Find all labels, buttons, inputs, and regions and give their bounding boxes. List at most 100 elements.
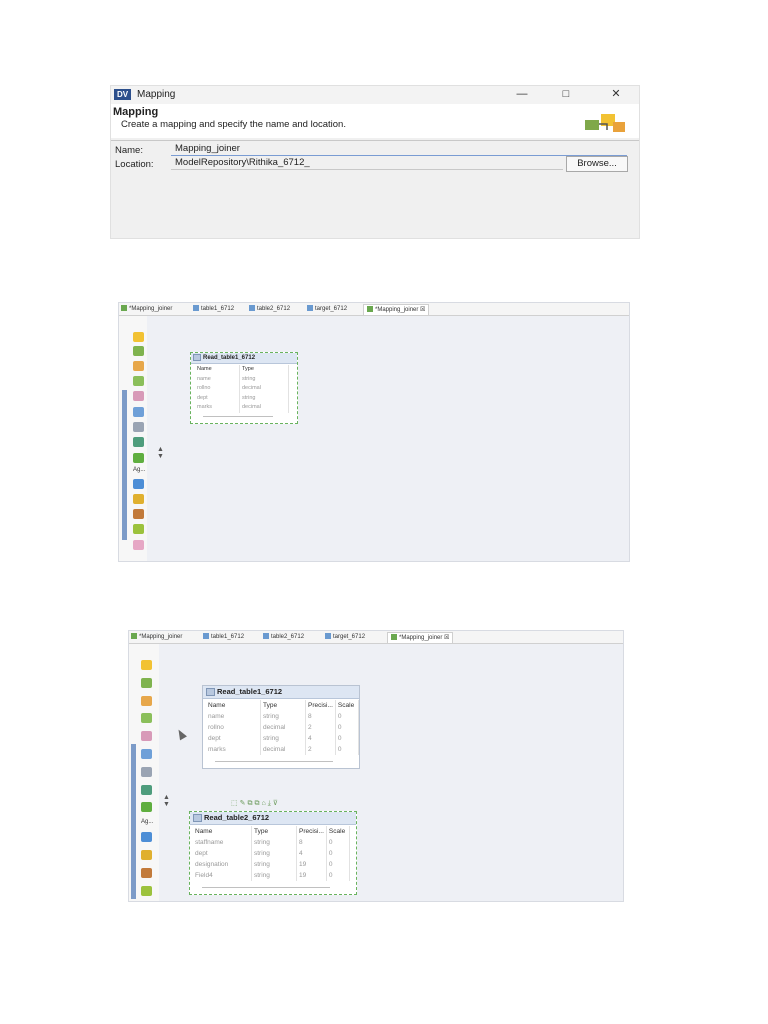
object-header[interactable]: Read_table1_6712 xyxy=(203,686,359,699)
maximize-button[interactable]: □ xyxy=(555,87,577,101)
read-table1-object[interactable]: Read_table1_6712 Name Type Precisi... Scale… xyxy=(202,685,360,769)
column-header[interactable]: Name xyxy=(193,826,252,837)
mouse-cursor-icon xyxy=(175,727,187,741)
palette-tool-icon[interactable] xyxy=(133,407,144,417)
table-icon xyxy=(263,633,269,640)
palette-tool-icon[interactable] xyxy=(133,494,144,504)
object-header[interactable]: Read_table2_6712 xyxy=(190,812,356,825)
transformation-palette: Ag... ▲ ▼ xyxy=(129,644,170,901)
palette-tool-icon[interactable] xyxy=(141,749,152,759)
dialog-header-description: Create a mapping and specify the name an… xyxy=(121,119,346,130)
palette-tool-icon[interactable] xyxy=(133,332,144,342)
browse-button[interactable]: Browse... xyxy=(566,156,628,172)
table-row[interactable]: dept string xyxy=(195,393,289,403)
object-scrollbar[interactable] xyxy=(215,761,333,762)
read-table2-object[interactable]: Read_table2_6712 Name Type Precisi... Scale… xyxy=(189,811,357,895)
table-row[interactable]: dept string 4 0 xyxy=(206,733,359,744)
object-scrollbar[interactable] xyxy=(203,416,273,417)
table-row[interactable]: designation string 19 0 xyxy=(193,859,350,870)
tab-mapping-joiner[interactable]: *Mapping_joiner xyxy=(121,304,172,314)
object-header[interactable]: Read_table1_6712 xyxy=(191,353,297,364)
table-row[interactable]: rollno decimal xyxy=(195,384,289,394)
window-title: Mapping xyxy=(137,89,176,100)
read-table1-object[interactable]: Read_table1_6712 Name Type name string rol… xyxy=(190,352,298,424)
tab-mapping-joiner-active[interactable]: *Mapping_joiner ☒ xyxy=(363,304,430,315)
dialog-header: Mapping Create a mapping and specify the… xyxy=(111,104,639,138)
palette-scrollbar[interactable] xyxy=(122,390,127,540)
table-row[interactable]: staffname string 8 0 xyxy=(193,837,350,848)
mapping-icon xyxy=(121,305,127,312)
table-icon xyxy=(193,305,199,312)
palette-tool-icon[interactable] xyxy=(141,731,152,741)
palette-tool-icon[interactable] xyxy=(133,479,144,489)
column-header[interactable]: Name xyxy=(195,365,240,375)
mapping-wizard-icon xyxy=(585,114,625,132)
name-label: Name: xyxy=(115,145,143,156)
object-mini-toolbar[interactable]: ⬚✎⧉⧉⌂⤓⊽ xyxy=(231,799,315,808)
palette-tool-icon[interactable] xyxy=(141,785,152,795)
minimize-button[interactable]: — xyxy=(511,87,533,101)
table-row[interactable]: name string xyxy=(195,374,289,384)
ports-header-row: Name Type Precisi... Scale xyxy=(193,826,350,837)
close-tab-icon[interactable]: ☒ xyxy=(420,307,425,313)
palette-tool-icon[interactable] xyxy=(141,660,152,670)
close-button[interactable]: ✕ xyxy=(605,87,627,101)
table-row[interactable]: Field4 string 19 0 xyxy=(193,870,350,881)
close-tab-icon[interactable]: ☒ xyxy=(444,635,449,641)
tab-table2[interactable]: table2_6712 xyxy=(249,304,290,314)
source-table-icon xyxy=(193,814,202,823)
palette-tool-icon[interactable] xyxy=(141,802,152,812)
palette-tool-icon[interactable] xyxy=(141,696,152,706)
palette-tool-icon[interactable] xyxy=(133,453,144,463)
column-header[interactable]: Type xyxy=(251,826,297,837)
palette-tool-icon[interactable] xyxy=(133,391,144,401)
tab-target[interactable]: target_6712 xyxy=(325,632,365,642)
tab-mapping-joiner[interactable]: *Mapping_joiner xyxy=(131,632,182,642)
column-header[interactable]: Scale xyxy=(335,700,359,711)
object-scrollbar[interactable] xyxy=(202,887,330,888)
palette-tool-icon[interactable] xyxy=(141,767,152,777)
table-icon xyxy=(307,305,313,312)
new-mapping-dialog: DV Mapping — □ ✕ Mapping Create a mappin… xyxy=(110,85,640,239)
palette-tool-icon[interactable] xyxy=(133,540,144,550)
column-header[interactable]: Precisi... xyxy=(296,826,327,837)
tab-table2[interactable]: table2_6712 xyxy=(263,632,304,642)
table-row[interactable]: name string 8 0 xyxy=(206,711,359,722)
column-header[interactable]: Scale xyxy=(326,826,350,837)
palette-tool-icon[interactable] xyxy=(141,850,152,860)
name-field[interactable]: Mapping_joiner xyxy=(171,143,627,156)
palette-scrollbar[interactable] xyxy=(131,744,136,899)
palette-tool-icon[interactable] xyxy=(141,886,152,896)
palette-tool-icon[interactable] xyxy=(133,346,144,356)
table-row[interactable]: marks decimal 2 0 xyxy=(206,744,359,755)
palette-tool-icon[interactable] xyxy=(133,437,144,447)
table-row[interactable]: dept string 4 0 xyxy=(193,848,350,859)
tab-mapping-joiner-active[interactable]: *Mapping_joiner ☒ xyxy=(387,632,454,643)
palette-tool-icon[interactable] xyxy=(133,361,144,371)
palette-tool-icon[interactable] xyxy=(141,678,152,688)
mapping-icon xyxy=(367,306,373,313)
tab-table1[interactable]: table1_6712 xyxy=(193,304,234,314)
app-logo-icon: DV xyxy=(114,89,131,100)
column-header[interactable]: Precisi... xyxy=(305,700,336,711)
location-field[interactable]: ModelRepository\Rithika_6712_ xyxy=(171,157,563,170)
ports-table: Name Type Precisi... Scale staffname string 8… xyxy=(193,826,350,881)
column-header[interactable]: Name xyxy=(206,700,261,711)
palette-tool-icon[interactable] xyxy=(141,868,152,878)
palette-tool-icon[interactable] xyxy=(141,832,152,842)
table-row[interactable]: rollno decimal 2 0 xyxy=(206,722,359,733)
palette-tool-icon[interactable] xyxy=(133,376,144,386)
tab-target[interactable]: target_6712 xyxy=(307,304,347,314)
table-row[interactable]: marks decimal xyxy=(195,403,289,413)
column-header[interactable]: Type xyxy=(239,365,289,375)
ports-header-row: Name Type Precisi... Scale xyxy=(206,700,359,711)
palette-tool-icon[interactable] xyxy=(133,524,144,534)
palette-tool-icon[interactable] xyxy=(141,713,152,723)
tab-table1[interactable]: table1_6712 xyxy=(203,632,244,642)
palette-scroll-arrows[interactable]: ▲ ▼ xyxy=(163,794,170,808)
palette-tool-icon[interactable] xyxy=(133,422,144,432)
palette-scroll-arrows[interactable]: ▲ ▼ xyxy=(157,446,164,460)
column-header[interactable]: Type xyxy=(260,700,306,711)
header-separator xyxy=(111,140,639,141)
palette-tool-icon[interactable] xyxy=(133,509,144,519)
